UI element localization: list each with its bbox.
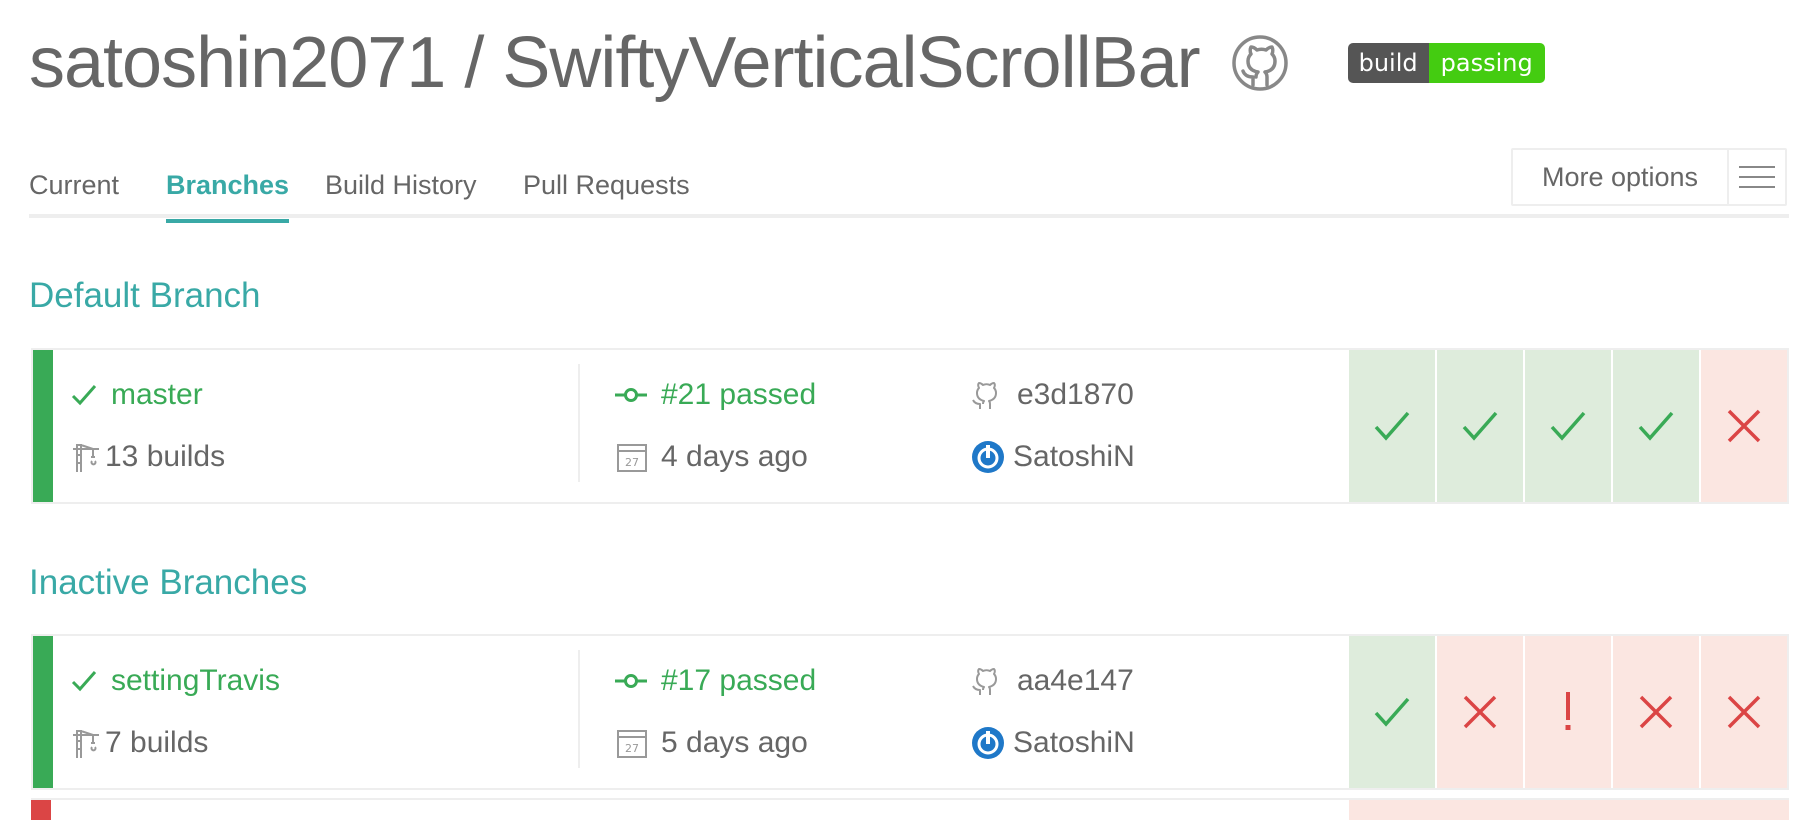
check-icon: [71, 670, 97, 692]
badge-status: passing: [1428, 43, 1545, 83]
repo-header: satoshin2071 / SwiftyVerticalScrollBar b…: [29, 18, 1545, 108]
branch-row-partial[interactable]: [31, 798, 1789, 820]
last-build-time-cell: 27 4 days ago: [617, 434, 808, 480]
last-build-number[interactable]: #17 passed: [661, 664, 816, 698]
more-options-button[interactable]: More options: [1511, 148, 1787, 206]
status-stripe: [31, 800, 51, 820]
svg-text:27: 27: [625, 456, 639, 469]
last-build-number[interactable]: #21 passed: [661, 378, 816, 412]
build-history-cell-failed[interactable]: [1701, 636, 1787, 788]
github-icon[interactable]: [1230, 33, 1290, 93]
author-name: SatoshiN: [1013, 726, 1135, 759]
builds-count-cell: 13 builds: [71, 434, 225, 480]
calendar-icon: 27: [617, 442, 647, 472]
repo-title: satoshin2071 / SwiftyVerticalScrollBar: [29, 22, 1201, 104]
crane-icon: [71, 727, 101, 759]
exclamation-icon: [1565, 692, 1571, 730]
check-icon: [1462, 411, 1498, 441]
github-icon: [971, 665, 999, 697]
build-history-cells: [1347, 636, 1787, 788]
build-history-cell-passed[interactable]: [1349, 636, 1435, 788]
builds-count[interactable]: 13 builds: [105, 440, 225, 474]
column-divider: [578, 650, 580, 768]
build-history-cells: [1347, 350, 1787, 502]
commit-cell: aa4e147: [971, 658, 1134, 704]
build-history-cell-failed[interactable]: [1613, 636, 1699, 788]
build-history-cell-passed[interactable]: [1437, 350, 1523, 502]
build-history-cell-failed[interactable]: [1437, 636, 1523, 788]
build-status-badge[interactable]: build passing: [1347, 43, 1545, 83]
last-build-cell: #21 passed: [615, 372, 816, 418]
check-icon: [1374, 411, 1410, 441]
branch-name[interactable]: settingTravis: [111, 664, 280, 698]
more-options-label: More options: [1513, 150, 1729, 204]
check-icon: [1550, 411, 1586, 441]
check-icon: [1638, 411, 1674, 441]
cross-icon: [1639, 695, 1673, 729]
commit-icon: [615, 387, 647, 403]
badge-label: build: [1347, 43, 1429, 83]
calendar-icon: 27: [617, 728, 647, 758]
status-stripe: [33, 350, 53, 502]
cross-icon: [1727, 409, 1761, 443]
tab-current[interactable]: Current: [29, 170, 119, 201]
commit-cell: e3d1870: [971, 372, 1134, 418]
branch-name[interactable]: master: [111, 378, 203, 412]
last-build-time-cell: 27 5 days ago: [617, 720, 808, 766]
cross-icon: [1463, 695, 1497, 729]
cross-icon: [1727, 695, 1761, 729]
build-history-cell-errored[interactable]: [1525, 636, 1611, 788]
default-branch-heading: Default Branch: [29, 276, 261, 315]
last-build-time: 5 days ago: [661, 726, 808, 759]
tab-pull-requests[interactable]: Pull Requests: [523, 170, 690, 201]
check-icon: [71, 384, 97, 406]
check-icon: [1374, 697, 1410, 727]
branch-name-cell: settingTravis: [71, 658, 280, 704]
tabs-divider: [29, 214, 1789, 218]
crane-icon: [71, 441, 101, 473]
inactive-branches-heading: Inactive Branches: [29, 563, 308, 602]
builds-count[interactable]: 7 builds: [105, 726, 208, 760]
commit-sha[interactable]: aa4e147: [1017, 664, 1134, 698]
build-history-cell-passed[interactable]: [1349, 350, 1435, 502]
status-stripe: [33, 636, 53, 788]
avatar: [971, 726, 1005, 760]
repo-owner[interactable]: satoshin2071: [29, 23, 446, 103]
branch-row-master[interactable]: master 13 builds #21 passed 27 4 days ag…: [31, 348, 1789, 504]
branch-row-settingtravis[interactable]: settingTravis 7 builds #17 passed 27 5 d…: [31, 634, 1789, 790]
last-build-cell: #17 passed: [615, 658, 816, 704]
build-history-cells: [1349, 800, 1789, 820]
author-cell: SatoshiN: [971, 720, 1135, 766]
author-name: SatoshiN: [1013, 440, 1135, 473]
hamburger-icon: [1729, 150, 1785, 204]
last-build-time: 4 days ago: [661, 440, 808, 473]
author-cell: SatoshiN: [971, 434, 1135, 480]
builds-count-cell: 7 builds: [71, 720, 208, 766]
build-history-cell-passed[interactable]: [1613, 350, 1699, 502]
commit-icon: [615, 673, 647, 689]
repo-separator: /: [464, 23, 484, 103]
build-history-cell-failed[interactable]: [1701, 350, 1787, 502]
branch-name-cell: master: [71, 372, 203, 418]
column-divider: [578, 364, 580, 482]
github-icon: [971, 379, 999, 411]
svg-text:27: 27: [625, 742, 639, 755]
repo-name[interactable]: SwiftyVerticalScrollBar: [502, 23, 1200, 103]
tab-branches[interactable]: Branches: [166, 170, 290, 223]
commit-sha[interactable]: e3d1870: [1017, 378, 1134, 412]
avatar: [971, 440, 1005, 474]
build-history-cell-passed[interactable]: [1525, 350, 1611, 502]
tab-build-history[interactable]: Build History: [325, 170, 477, 201]
